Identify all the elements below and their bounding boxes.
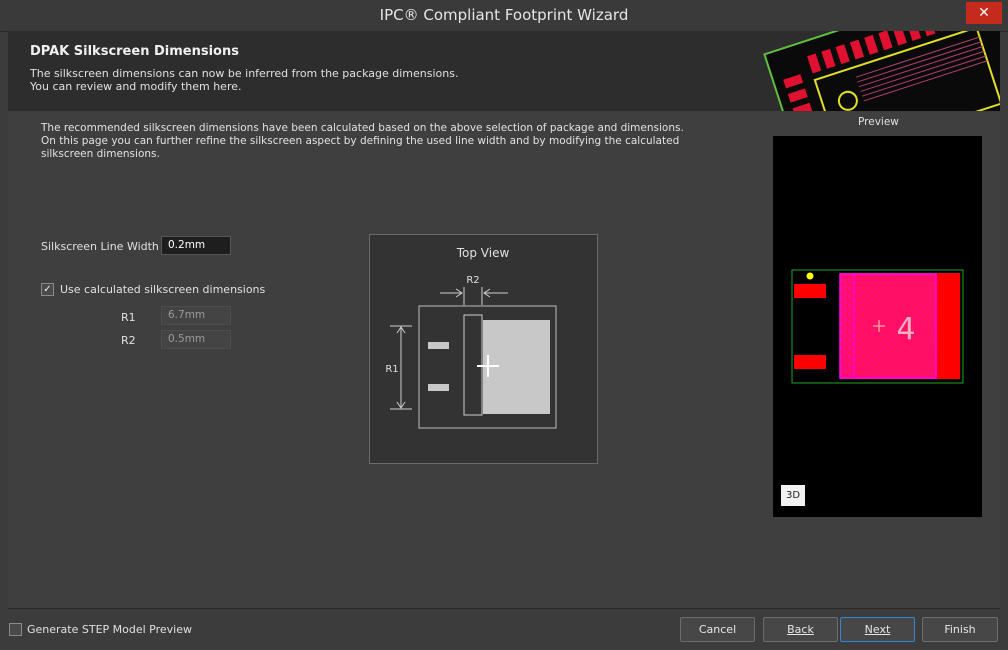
- intro-text: The recommended silkscreen dimensions ha…: [41, 122, 684, 160]
- page-description: The silkscreen dimensions can now be inf…: [30, 67, 458, 93]
- r1-dimension-label: R1: [385, 364, 398, 375]
- next-button[interactable]: Next: [840, 617, 915, 642]
- next-button-label: Next: [864, 623, 891, 636]
- preview-canvas[interactable]: 4 3D: [773, 136, 982, 517]
- description-line-2: You can review and modify them here.: [30, 80, 242, 93]
- step-preview-label: Generate STEP Model Preview: [27, 623, 192, 636]
- checkmark-icon: ✓: [43, 284, 52, 295]
- cancel-button[interactable]: Cancel: [680, 617, 755, 642]
- back-button[interactable]: Back: [763, 617, 838, 642]
- title-bar: IPC® Compliant Footprint Wizard ✕: [0, 0, 1008, 32]
- description-line-1: The silkscreen dimensions can now be inf…: [30, 67, 459, 80]
- step-preview-checkbox[interactable]: [9, 623, 22, 636]
- use-calculated-label: Use calculated silkscreen dimensions: [60, 283, 266, 296]
- preview-label: Preview: [858, 116, 899, 128]
- close-icon: ✕: [978, 5, 990, 21]
- r2-label: R2: [121, 334, 136, 347]
- r1-label: R1: [121, 311, 136, 324]
- line-width-label: Silkscreen Line Width: [41, 240, 159, 253]
- r2-input[interactable]: 0.5mm: [161, 330, 231, 349]
- close-button[interactable]: ✕: [966, 2, 1002, 24]
- pad-number-label: 4: [896, 312, 915, 347]
- back-button-label: Back: [787, 623, 814, 636]
- r1-input[interactable]: 6.7mm: [161, 306, 231, 325]
- header-footprint-art: [755, 31, 1000, 111]
- window-title: IPC® Compliant Footprint Wizard: [379, 6, 629, 24]
- use-calculated-checkbox[interactable]: ✓: [41, 283, 54, 296]
- finish-button[interactable]: Finish: [922, 617, 998, 642]
- page-title: DPAK Silkscreen Dimensions: [30, 44, 239, 59]
- top-view-diagram: Top View R2 R1: [369, 234, 598, 464]
- page-header: DPAK Silkscreen Dimensions The silkscree…: [8, 31, 1000, 111]
- top-view-title: Top View: [456, 246, 510, 260]
- footprint-preview: 4: [791, 269, 964, 384]
- main-panel: The recommended silkscreen dimensions ha…: [8, 112, 1000, 609]
- line-width-input[interactable]: 0.2mm: [161, 236, 231, 255]
- top-view-drawing: Top View R2 R1: [385, 246, 557, 429]
- r2-dimension-label: R2: [466, 275, 479, 286]
- 3d-view-button[interactable]: 3D: [781, 485, 805, 506]
